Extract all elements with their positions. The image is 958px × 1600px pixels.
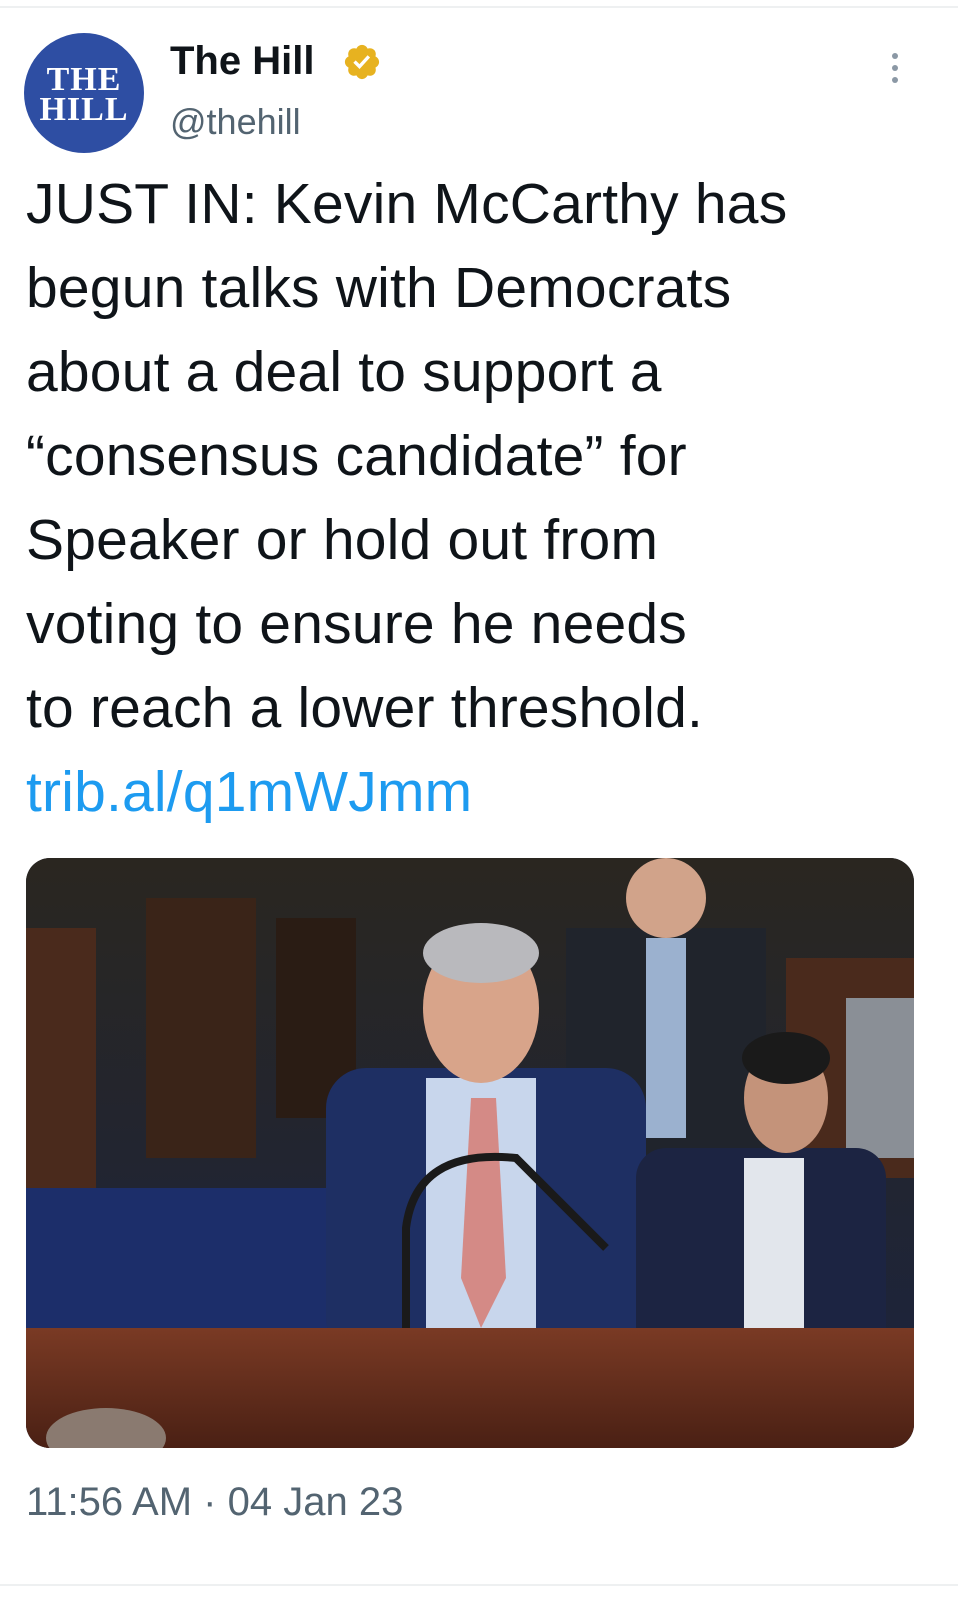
tweet-photo[interactable]: [26, 858, 914, 1448]
tweet-date: 04 Jan 23: [227, 1480, 404, 1524]
tweet-line: Speaker or hold out from: [26, 508, 659, 572]
tweet-line: voting to ensure he needs: [26, 592, 687, 656]
author-avatar[interactable]: THE HILL: [24, 33, 144, 153]
timestamp-separator: ·: [203, 1480, 217, 1524]
tweet-timestamp[interactable]: 11:56 AM · 04 Jan 23: [26, 1478, 403, 1526]
more-options-icon[interactable]: [878, 48, 912, 88]
photo-icon: [26, 858, 914, 1448]
author-handle[interactable]: @thehill: [170, 100, 301, 144]
author-name[interactable]: The Hill: [170, 38, 314, 84]
tweet-line: about a deal to support a: [26, 340, 662, 404]
tweet-time: 11:56 AM: [26, 1480, 193, 1524]
verified-badge-icon: [344, 44, 380, 80]
avatar-logo: THE HILL: [39, 61, 129, 128]
tweet-line: to reach a lower threshold.: [26, 676, 704, 740]
tweet-line: “consensus candidate” for: [26, 424, 687, 488]
bottom-divider: [0, 1584, 958, 1586]
top-divider: [0, 6, 958, 8]
tweet-link[interactable]: trib.al/q1mWJmm: [26, 750, 926, 834]
tweet-line: JUST IN: Kevin McCarthy has: [26, 172, 788, 236]
tweet-line: begun talks with Democrats: [26, 256, 732, 320]
tweet-text: JUST IN: Kevin McCarthy has begun talks …: [26, 162, 926, 834]
